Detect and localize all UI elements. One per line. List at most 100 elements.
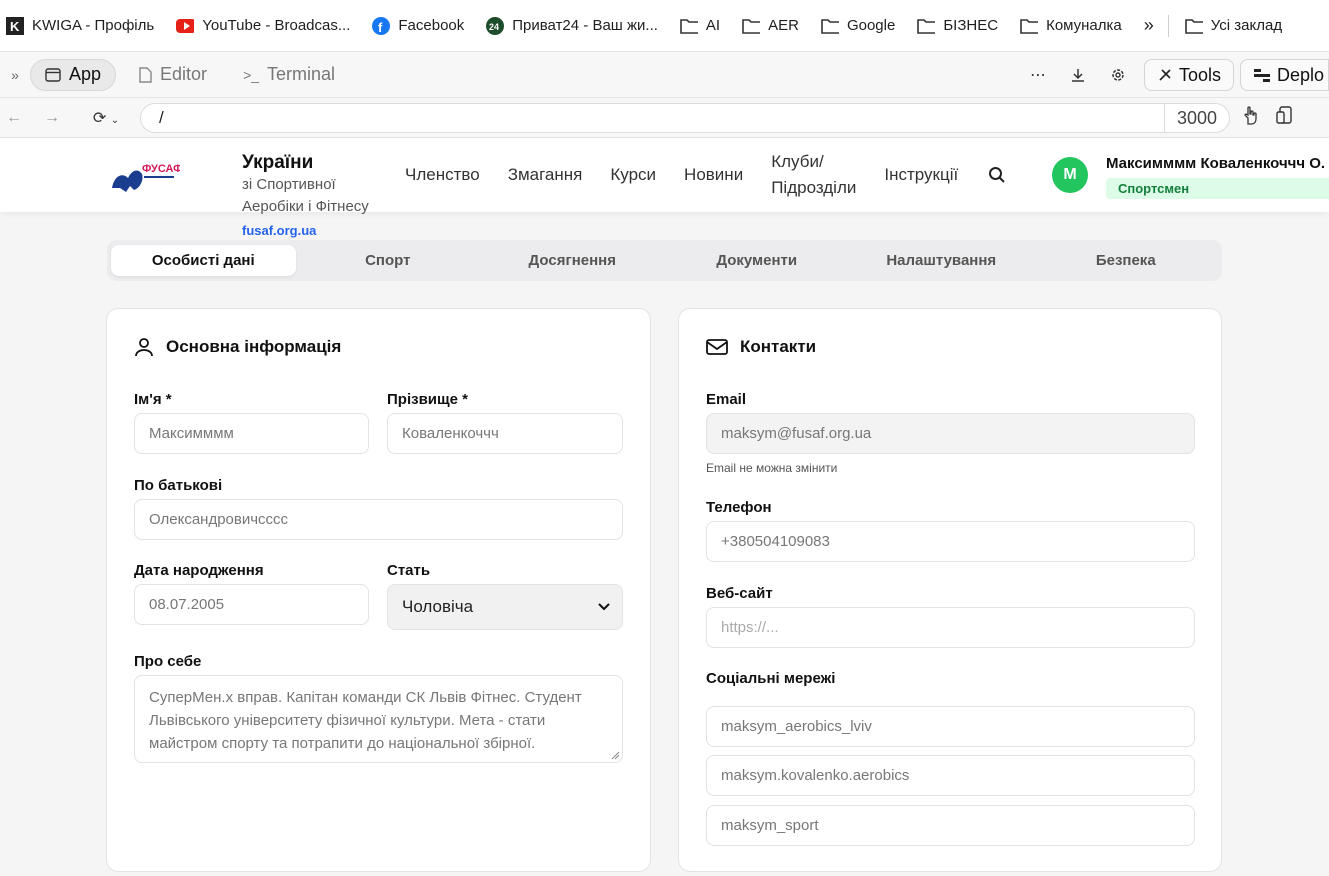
tab-achievements[interactable]: Досягнення (480, 245, 665, 276)
folder-icon (742, 17, 761, 35)
about-text-line: майстром спорту та потрапити до націонал… (149, 735, 536, 752)
overflow-chevron-icon: » (1143, 15, 1154, 35)
last-name-field[interactable]: Коваленкоччч (387, 413, 623, 454)
nav-membership[interactable]: Членство (405, 162, 480, 188)
bookmark-folder-komunalka[interactable]: Комуналка (1020, 17, 1122, 35)
bookmark-folder-biznes[interactable]: БІЗНЕС (917, 17, 998, 35)
email-field: maksym@fusaf.org.ua (706, 413, 1195, 454)
org-title: України (242, 152, 314, 173)
url-path: / (159, 108, 164, 127)
tab-sport[interactable]: Спорт (296, 245, 481, 276)
bookmark-youtube[interactable]: YouTube - Broadcas... (176, 17, 350, 35)
user-icon (135, 338, 153, 357)
pointer-hand-icon[interactable] (1240, 104, 1262, 126)
nav-news[interactable]: Новини (684, 162, 743, 188)
bookmark-label: Facebook (398, 17, 465, 34)
tab-app[interactable]: App (30, 58, 117, 91)
bookmarks-divider (1167, 14, 1169, 37)
bookmark-label: Google (846, 17, 896, 34)
svg-text:ФУСАФ: ФУСАФ (142, 163, 180, 175)
birth-date-field[interactable]: 08.07.2005 (134, 584, 369, 625)
tab-personal-data[interactable]: Особисті дані (111, 245, 296, 276)
window-icon (45, 67, 61, 82)
bookmark-label: Усі заклад (1210, 17, 1283, 34)
nav-clubs-line2: Підрозділи (771, 178, 857, 197)
search-icon[interactable] (988, 166, 1006, 184)
social-field-2[interactable]: maksym.kovalenko.aerobics (706, 755, 1195, 796)
bookmarks-bar: K KWIGA - Профіль YouTube - Broadcas... … (0, 0, 1329, 52)
bookmark-folder-aer[interactable]: AER (742, 17, 799, 35)
folder-icon (680, 17, 698, 35)
bookmark-folder-ai[interactable]: AI (680, 17, 720, 35)
user-role-badge: Спортсмен (1106, 178, 1329, 199)
bookmark-facebook[interactable]: f Facebook (372, 16, 465, 35)
bookmark-label: БІЗНЕС (943, 17, 999, 34)
social-field-1[interactable]: maksym_aerobics_lviv (706, 706, 1195, 747)
user-name[interactable]: Максимммм Коваленкоччч О. (1106, 155, 1325, 172)
webview-urlbar: ← → ⟳ ⌄ / 3000 (0, 98, 1329, 138)
bookmark-label: AI (705, 17, 721, 34)
svg-text:f: f (378, 20, 383, 35)
bookmark-label: Комуналка (1046, 17, 1122, 34)
resize-handle-icon[interactable] (610, 750, 620, 760)
devices-icon[interactable] (1274, 104, 1296, 126)
phone-field[interactable]: +380504109083 (706, 521, 1195, 562)
about-textarea[interactable]: СуперМен.х вправ. Капітан команди СК Льв… (134, 675, 623, 763)
chevron-down-icon (598, 603, 610, 611)
avatar[interactable]: M (1052, 157, 1088, 193)
bookmark-all-folder[interactable]: Усі заклад (1184, 17, 1283, 35)
folder-icon (1020, 17, 1039, 35)
basic-info-card: Основна інформація Ім'я * Максимммм Пріз… (106, 308, 651, 872)
website-field[interactable]: https://... (706, 607, 1195, 648)
first-name-field[interactable]: Максимммм (134, 413, 369, 454)
fusaf-logo[interactable]: ФУСАФ (108, 158, 183, 198)
tab-documents[interactable]: Документи (665, 245, 850, 276)
reload-icon[interactable]: ⟳ ⌄ (76, 108, 136, 128)
email-label: Email (706, 391, 747, 408)
tab-settings[interactable]: Налаштування (849, 245, 1034, 276)
folder-icon (821, 17, 839, 35)
card-title-text: Основна інформація (166, 337, 342, 356)
back-arrow-icon[interactable]: ← (0, 109, 28, 127)
kwiga-icon: K (6, 16, 24, 35)
tab-label: App (69, 64, 102, 84)
url-input[interactable]: / 3000 (140, 103, 1230, 133)
contacts-card: Контакти Email maksym@fusaf.org.ua Email… (678, 308, 1222, 872)
card-title-text: Контакти (740, 337, 817, 356)
bookmark-folder-google[interactable]: Google (821, 17, 895, 35)
patronymic-label: По батькові (134, 477, 223, 494)
nav-competitions[interactable]: Змагання (508, 162, 583, 188)
social-field-3[interactable]: maksym_sport (706, 805, 1195, 846)
workspace-toolbar: » App Editor >_ Terminal ⋯ Tools Deplo (0, 52, 1329, 98)
org-subtitle-line1: зі Спортивної (242, 176, 336, 193)
nav-instructions[interactable]: Інструкції (884, 162, 958, 188)
last-name-label: Прізвище * (387, 391, 469, 408)
bookmark-kwiga[interactable]: K KWIGA - Профіль (6, 16, 155, 35)
about-text-line: Львівського університету фізичної культу… (149, 712, 546, 729)
deploy-button[interactable]: Deplo (1239, 59, 1329, 91)
settings-gear-icon[interactable] (1098, 59, 1138, 91)
youtube-icon (176, 17, 195, 35)
tab-security[interactable]: Безпека (1034, 245, 1219, 276)
bookmarks-overflow-button[interactable]: » (1144, 15, 1154, 36)
more-icon[interactable]: ⋯ (1018, 59, 1058, 91)
bookmark-privat24[interactable]: 24 Приват24 - Ваш жи... (486, 16, 658, 35)
tools-label: Tools (1178, 64, 1221, 85)
expand-sidebar-icon[interactable]: » (0, 67, 30, 83)
forward-arrow-icon[interactable]: → (28, 109, 76, 127)
nav-clubs[interactable]: Клуби/ Підрозділи (771, 149, 856, 201)
tab-terminal[interactable]: >_ Terminal (229, 59, 349, 91)
tab-label: Editor (160, 64, 208, 84)
org-website-link[interactable]: fusaf.org.ua (242, 220, 369, 242)
nav-courses[interactable]: Курси (610, 162, 656, 188)
download-icon[interactable] (1058, 59, 1098, 91)
patronymic-field[interactable]: Олександровичсссс (134, 499, 623, 540)
first-name-label: Ім'я * (134, 391, 172, 408)
tab-editor[interactable]: Editor (124, 59, 221, 91)
gender-label: Стать (387, 562, 431, 579)
tools-button[interactable]: Tools (1143, 59, 1234, 91)
mail-icon (706, 339, 728, 355)
gender-select[interactable]: Чоловіча (387, 584, 623, 630)
bookmark-label: KWIGA - Профіль (32, 17, 155, 34)
port-selector[interactable]: 3000 (1163, 104, 1229, 132)
